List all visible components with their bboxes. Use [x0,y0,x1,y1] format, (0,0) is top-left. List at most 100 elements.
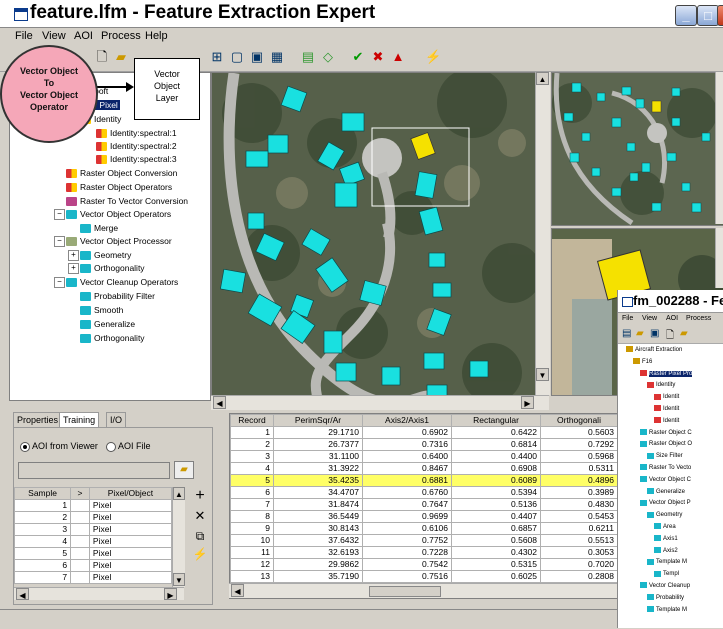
delete-icon[interactable]: ▲ [390,49,406,65]
records-h-scrollbar[interactable]: ◀ [229,583,617,598]
table-row[interactable]: 4 Pixel [13,535,173,548]
scroll-down-icon[interactable]: ▼ [536,368,549,381]
tree-item[interactable]: Raster Pixel Pro [640,370,693,379]
table-row[interactable]: 8 36.5449 0.9699 0.4407 0.5453 [230,510,618,523]
tree-item[interactable]: Vector Object Processor [66,235,172,247]
sample-type[interactable]: Pixel [88,523,173,536]
tree-item[interactable]: Raster Object Conversion [66,167,177,179]
tree-item[interactable]: Vector Cleanup Operators [66,276,178,288]
tree-item[interactable]: Identit [654,417,679,426]
copy-sample-icon[interactable]: ⧉ [192,528,208,544]
column-header[interactable]: Orthogonali [540,414,618,427]
tree-item[interactable]: Area [654,523,676,532]
table-row[interactable]: 3 31.1100 0.6400 0.4400 0.5968 [230,450,618,463]
folder-icon[interactable]: ▰ [680,328,688,339]
tree-item[interactable]: Merge [80,222,118,234]
menu-file[interactable]: File [622,315,633,322]
accept-icon[interactable]: ✔ [350,49,366,65]
open-folder-icon[interactable]: ▰ [113,49,129,65]
zoom-scrollbar[interactable] [715,228,723,288]
tree-item[interactable]: Identit [654,405,679,414]
tree-item[interactable]: Vector Cleanup [640,582,690,591]
sample-marker[interactable] [70,535,90,548]
aoi-file-field[interactable] [18,462,170,479]
new-file-icon[interactable]: 🗋 [666,328,674,345]
menu-help[interactable]: Help [145,30,168,42]
sample-marker[interactable] [70,571,90,584]
expand-toggle[interactable]: + [68,263,79,274]
scroll-thumb[interactable] [369,586,441,597]
table-row[interactable]: 4 31.3922 0.8467 0.6908 0.5311 [230,462,618,475]
tree-item[interactable]: Size Filter [647,452,683,461]
remove-sample-icon[interactable]: ✕ [192,508,208,524]
scroll-down-icon[interactable]: ▼ [173,573,185,586]
tree-item[interactable]: F16 [633,358,652,367]
main-map-viewer[interactable] [211,72,537,397]
run-sample-icon[interactable]: ⚡ [192,546,208,562]
tree-item[interactable]: Identit [654,393,679,402]
sample-marker[interactable] [70,523,90,536]
scroll-up-icon[interactable]: ▲ [173,487,185,500]
tree-item[interactable]: Aircraft Extraction [626,346,682,355]
expand-toggle[interactable]: + [68,250,79,261]
tree-item[interactable]: Smooth [80,304,123,316]
run-icon[interactable]: ⚡ [425,49,441,65]
tree-item[interactable]: Axis2 [654,547,678,556]
minimize-button[interactable]: _ [675,5,697,26]
menu-process[interactable]: Process [101,30,141,42]
polygon-icon[interactable]: ◇ [320,49,336,65]
tree-item[interactable]: Raster Object O [640,440,692,449]
column-header[interactable]: Sample [13,487,72,500]
sample-type[interactable]: Pixel [88,535,173,548]
sample-marker[interactable] [70,559,90,572]
scroll-left-icon[interactable]: ◀ [16,588,29,600]
menu-view[interactable]: View [642,315,657,322]
collapse-toggle[interactable]: − [54,277,65,288]
tree-item[interactable]: Vector Object Operators [66,208,171,220]
tree-item[interactable]: Identity:spectral:3 [96,153,177,165]
tree-item[interactable]: Vector Object C [640,476,691,485]
table-view-icon[interactable]: ▦ [269,49,285,65]
scroll-up-icon[interactable]: ▲ [536,72,549,85]
aoi-tool-icon[interactable]: ▤ [300,49,316,65]
tree-item[interactable]: Identity:spectral:1 [96,127,177,139]
table-row[interactable]: 5 35.4235 0.6881 0.6089 0.4896 [230,474,618,487]
sample-type[interactable]: Pixel [88,547,173,560]
view-icon[interactable]: ▣ [650,328,659,339]
add-sample-icon[interactable]: + [192,488,208,504]
sample-type[interactable]: Pixel [88,499,173,512]
menu-file[interactable]: File [15,30,33,42]
scroll-right-icon[interactable]: ▶ [521,396,534,409]
column-header[interactable]: Record [230,414,274,427]
map-vertical-scrollbar[interactable]: ▲ ▼ [535,72,550,395]
tree-item[interactable]: Vector Object P [640,499,691,508]
tree-item[interactable]: Templ [654,570,679,579]
table-row[interactable]: 12 29.9862 0.7542 0.5315 0.7020 [230,558,618,571]
samples-h-scrollbar[interactable]: ◀ ▶ [14,587,184,600]
aoi-viewer-option[interactable]: AOI from Viewer [20,441,98,452]
open-folder-icon[interactable]: ▰ [174,461,194,479]
sample-marker[interactable] [70,499,90,512]
tree-item[interactable]: Orthogonality [80,332,145,344]
single-view-icon[interactable]: ▢ [229,49,245,65]
new-file-icon[interactable]: 🗋 [94,49,110,65]
menu-view[interactable]: View [42,30,66,42]
tree-item[interactable]: Raster Object Operators [66,181,172,193]
menu-process[interactable]: Process [686,315,711,322]
tree-item[interactable]: Template M [647,606,687,615]
tree-item[interactable]: Identity [647,381,675,390]
aoi-file-option[interactable]: AOI File [106,441,151,452]
scroll-left-icon[interactable]: ◀ [213,396,226,409]
tree-item[interactable]: Template M [647,558,687,567]
tree-item[interactable]: Axis1 [654,535,678,544]
table-row[interactable]: 6 34.4707 0.6760 0.5394 0.3989 [230,486,618,499]
table-row[interactable]: 5 Pixel [13,547,173,560]
menu-aoi[interactable]: AOI [74,30,93,42]
scroll-left-icon[interactable]: ◀ [231,584,244,597]
tree-item[interactable]: Generalize [80,318,135,330]
linked-view-icon[interactable]: ▣ [249,49,265,65]
overview-map-viewer[interactable] [551,72,723,226]
sample-marker[interactable] [70,547,90,560]
sample-type[interactable]: Pixel [88,511,173,524]
tab-training[interactable]: Training [59,412,100,427]
